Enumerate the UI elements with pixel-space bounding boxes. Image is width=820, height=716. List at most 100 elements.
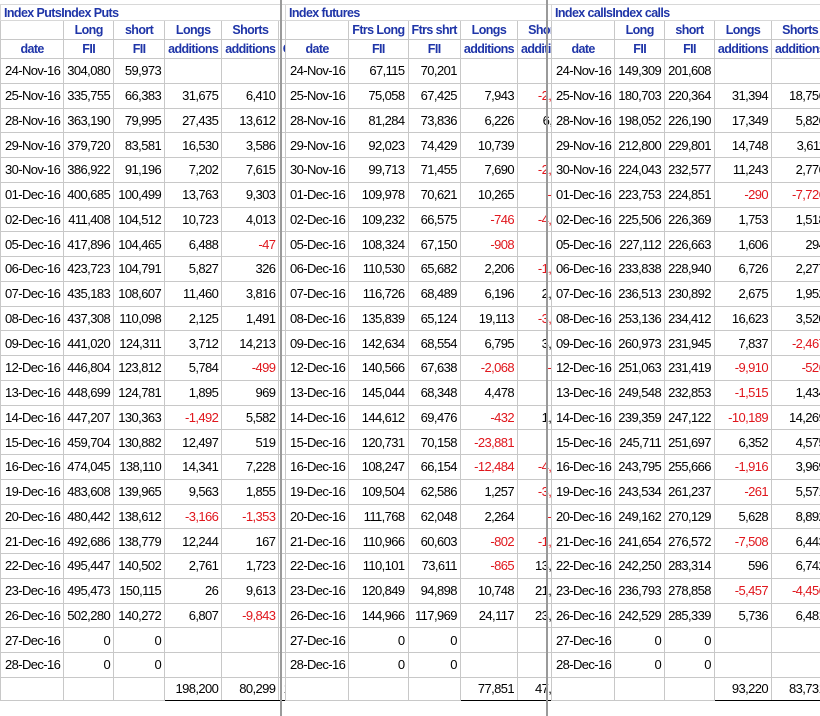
short-cell[interactable]: 228,940: [664, 256, 715, 282]
long-cell[interactable]: 0: [63, 627, 115, 653]
total-cell[interactable]: 83,731: [771, 676, 820, 701]
short-cell[interactable]: 66,154: [407, 454, 461, 480]
short-cell[interactable]: 229,801: [664, 132, 715, 158]
longs-additions-cell[interactable]: -908: [459, 231, 519, 257]
short-cell[interactable]: 65,682: [407, 256, 461, 282]
shorts-additions-cell[interactable]: -2,467: [771, 330, 820, 356]
longs-additions-cell[interactable]: 7,202: [164, 157, 223, 183]
longs-additions-cell[interactable]: -7,508: [713, 528, 773, 554]
long-cell[interactable]: 0: [348, 652, 409, 678]
blank-cell[interactable]: [407, 676, 461, 701]
long-cell[interactable]: 223,753: [614, 181, 666, 208]
longs-additions-cell[interactable]: -5,457: [713, 577, 773, 604]
short-cell[interactable]: 67,150: [407, 231, 461, 257]
long-cell[interactable]: 109,504: [348, 478, 409, 505]
shorts-additions-cell[interactable]: 1,491: [221, 305, 280, 332]
short-cell[interactable]: 62,586: [407, 478, 461, 505]
long-cell[interactable]: 480,442: [63, 503, 115, 530]
long-cell[interactable]: 411,408: [63, 206, 115, 233]
short-cell[interactable]: 0: [407, 652, 461, 678]
long-cell[interactable]: 0: [348, 627, 409, 653]
short-cell[interactable]: 0: [407, 627, 461, 653]
shorts-additions-cell[interactable]: 2,776: [771, 157, 820, 183]
date-cell[interactable]: 14-Dec-16: [550, 404, 616, 431]
total-cell[interactable]: 198,200: [164, 676, 223, 701]
longs-additions-cell[interactable]: -1,515: [713, 379, 773, 406]
longs-additions-cell[interactable]: -1,492: [164, 404, 223, 431]
date-cell[interactable]: 23-Dec-16: [284, 577, 350, 604]
longs-additions-cell[interactable]: 596: [713, 553, 773, 579]
longs-additions-cell[interactable]: -9,910: [713, 355, 773, 381]
long-cell[interactable]: 111,768: [348, 503, 409, 530]
long-cell[interactable]: 304,080: [63, 58, 115, 84]
short-cell[interactable]: 226,369: [664, 206, 715, 233]
shorts-additions-cell[interactable]: 3,816: [221, 280, 280, 307]
long-cell[interactable]: 227,112: [614, 231, 666, 257]
date-cell[interactable]: 01-Dec-16: [284, 181, 350, 208]
long-cell[interactable]: 140,566: [348, 355, 409, 381]
longs-additions-cell[interactable]: 7,690: [459, 157, 519, 183]
date-cell[interactable]: 29-Nov-16: [284, 132, 350, 158]
short-cell[interactable]: 226,190: [664, 107, 715, 134]
short-cell[interactable]: 66,383: [113, 82, 166, 109]
long-cell[interactable]: 144,966: [348, 602, 409, 629]
shorts-additions-cell[interactable]: -47: [221, 231, 280, 257]
short-cell[interactable]: 220,364: [664, 82, 715, 109]
date-cell[interactable]: 25-Nov-16: [284, 82, 350, 109]
longs-additions-cell[interactable]: [713, 652, 773, 678]
blank-cell[interactable]: [284, 676, 350, 701]
long-cell[interactable]: 198,052: [614, 107, 666, 134]
longs-additions-cell[interactable]: 11,243: [713, 157, 773, 183]
date-cell[interactable]: 13-Dec-16: [284, 379, 350, 406]
date-cell[interactable]: 13-Dec-16: [550, 379, 616, 406]
date-cell[interactable]: 05-Dec-16: [0, 231, 65, 257]
short-cell[interactable]: 59,973: [113, 58, 166, 84]
shorts-additions-cell[interactable]: 3,520: [771, 305, 820, 332]
blank-cell[interactable]: [348, 676, 409, 701]
shorts-additions-cell[interactable]: -7,726: [771, 181, 820, 208]
long-cell[interactable]: 92,023: [348, 132, 409, 158]
long-cell[interactable]: 435,183: [63, 280, 115, 307]
long-cell[interactable]: 423,723: [63, 256, 115, 282]
longs-additions-cell[interactable]: 16,623: [713, 305, 773, 332]
short-cell[interactable]: 124,781: [113, 379, 166, 406]
shorts-additions-cell[interactable]: 3,969: [771, 454, 820, 480]
short-cell[interactable]: 67,425: [407, 82, 461, 109]
shorts-additions-cell[interactable]: 5,826: [771, 107, 820, 134]
shorts-additions-cell[interactable]: 3,586: [221, 132, 280, 158]
date-cell[interactable]: 15-Dec-16: [284, 429, 350, 455]
short-cell[interactable]: 130,882: [113, 429, 166, 455]
short-cell[interactable]: 0: [664, 652, 715, 678]
long-cell[interactable]: 120,849: [348, 577, 409, 604]
short-cell[interactable]: 0: [113, 627, 166, 653]
long-cell[interactable]: 245,711: [614, 429, 666, 455]
longs-additions-cell[interactable]: -12,484: [459, 454, 519, 480]
date-cell[interactable]: 01-Dec-16: [550, 181, 616, 208]
date-cell[interactable]: 19-Dec-16: [0, 478, 65, 505]
longs-additions-cell[interactable]: 9,563: [164, 478, 223, 505]
blank-cell[interactable]: [614, 676, 666, 701]
long-cell[interactable]: 67,115: [348, 58, 409, 84]
date-cell[interactable]: 24-Nov-16: [284, 58, 350, 84]
long-cell[interactable]: 253,136: [614, 305, 666, 332]
blank-cell[interactable]: [113, 676, 166, 701]
short-cell[interactable]: 66,575: [407, 206, 461, 233]
date-cell[interactable]: 08-Dec-16: [550, 305, 616, 332]
blank-cell[interactable]: [550, 676, 616, 701]
longs-additions-cell[interactable]: 2,206: [459, 256, 519, 282]
date-cell[interactable]: 22-Dec-16: [550, 553, 616, 579]
shorts-additions-cell[interactable]: 7,615: [221, 157, 280, 183]
longs-additions-cell[interactable]: 6,352: [713, 429, 773, 455]
longs-additions-cell[interactable]: 31,675: [164, 82, 223, 109]
longs-additions-cell[interactable]: -1,916: [713, 454, 773, 480]
longs-additions-cell[interactable]: [164, 58, 223, 84]
shorts-additions-cell[interactable]: 6,443: [771, 528, 820, 554]
longs-additions-cell[interactable]: [713, 58, 773, 84]
long-cell[interactable]: 249,548: [614, 379, 666, 406]
shorts-additions-cell[interactable]: 14,213: [221, 330, 280, 356]
shorts-additions-cell[interactable]: 14,269: [771, 404, 820, 431]
blank-cell[interactable]: [0, 676, 65, 701]
longs-additions-cell[interactable]: [164, 652, 223, 678]
date-cell[interactable]: 07-Dec-16: [550, 280, 616, 307]
shorts-additions-cell[interactable]: 9,613: [221, 577, 280, 604]
